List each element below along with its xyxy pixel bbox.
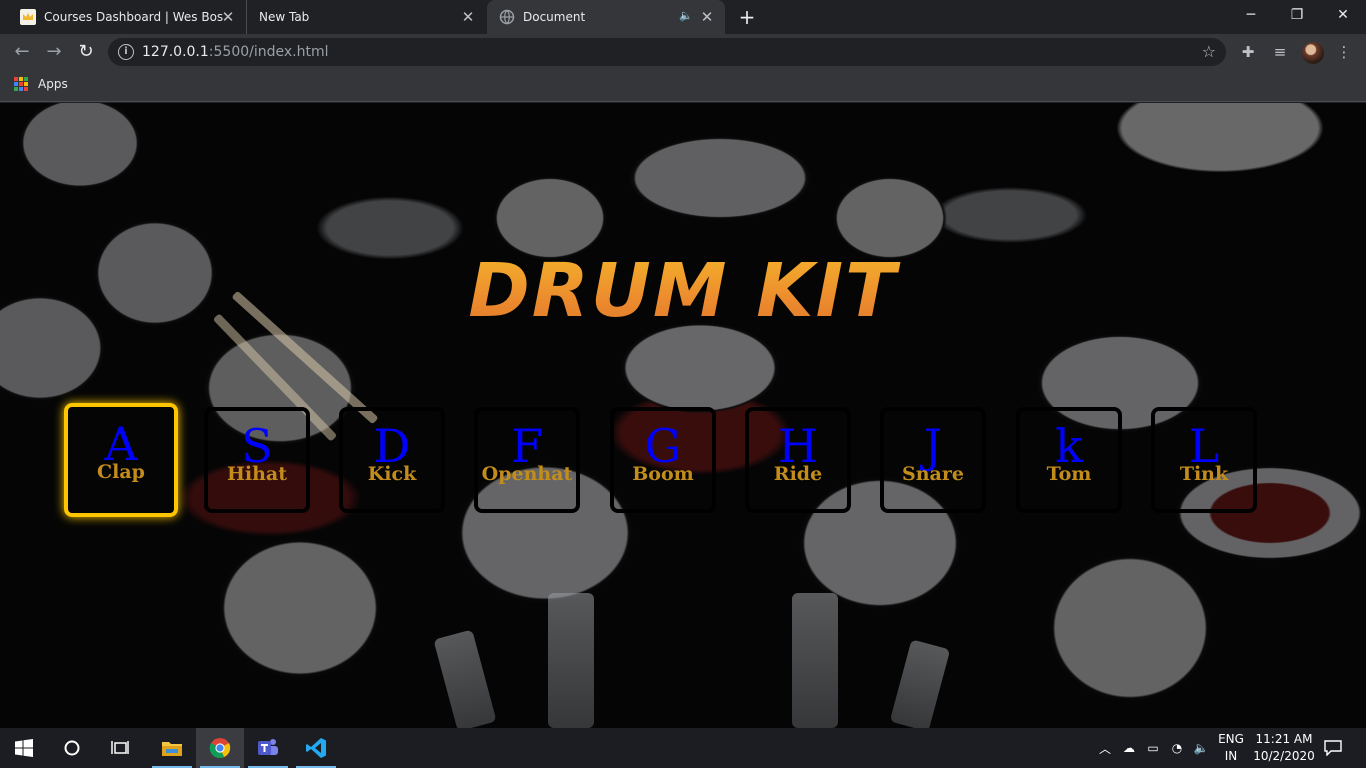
- notifications-icon[interactable]: [1318, 728, 1348, 768]
- key-sound: Clap: [97, 461, 145, 483]
- back-arrow-icon[interactable]: ←: [10, 40, 34, 64]
- drum-key-l[interactable]: L Tink: [1151, 407, 1257, 513]
- apps-grid-icon: [14, 77, 28, 91]
- close-tab-icon[interactable]: ✕: [220, 9, 236, 25]
- close-window-button[interactable]: ✕: [1320, 0, 1366, 30]
- task-view-icon[interactable]: [96, 728, 144, 768]
- drum-key-f[interactable]: F Openhat: [474, 407, 580, 513]
- tab-strip: Courses Dashboard | Wes Bos ✕ New Tab ✕ …: [0, 0, 1366, 34]
- chrome-icon[interactable]: [196, 728, 244, 768]
- tab-new-tab[interactable]: New Tab ✕: [246, 0, 486, 34]
- tab-title: New Tab: [259, 10, 310, 24]
- language-indicator[interactable]: ENG IN: [1214, 731, 1248, 765]
- tab-title: Courses Dashboard | Wes Bos: [44, 10, 224, 24]
- key-sound: Tink: [1179, 463, 1229, 485]
- page-title: DRUM KIT: [0, 248, 1366, 334]
- forward-arrow-icon[interactable]: →: [42, 40, 66, 64]
- reload-icon[interactable]: ↻: [74, 40, 98, 64]
- info-icon[interactable]: i: [118, 44, 134, 60]
- menu-kebab-icon[interactable]: ⋮: [1334, 42, 1354, 62]
- minimize-button[interactable]: ─: [1228, 0, 1274, 30]
- drum-key-s[interactable]: S Hihat: [204, 407, 310, 513]
- onedrive-cloud-icon[interactable]: ☁: [1118, 728, 1140, 768]
- drum-key-a[interactable]: A Clap: [64, 403, 178, 517]
- tab-document[interactable]: Document 🔈 ✕: [487, 0, 725, 34]
- bookmark-star-icon[interactable]: ☆: [1202, 42, 1216, 61]
- wifi-icon[interactable]: ◔: [1166, 728, 1188, 768]
- teams-icon[interactable]: [244, 728, 292, 768]
- profile-avatar[interactable]: [1302, 42, 1324, 64]
- close-tab-icon[interactable]: ✕: [699, 9, 715, 25]
- url-text: 127.0.0.1:5500/index.html: [142, 44, 329, 60]
- volume-icon[interactable]: 🔈: [1190, 728, 1212, 768]
- drum-key-g[interactable]: G Boom: [610, 407, 716, 513]
- drum-keys: A Clap S Hihat D Kick F Openhat G Boom H…: [64, 403, 1264, 523]
- search-icon[interactable]: [48, 728, 96, 768]
- drum-key-d[interactable]: D Kick: [339, 407, 445, 513]
- windows-taskbar: ︿ ☁ ▭ ◔ 🔈 ENG IN 11:21 AM 10/2/2020: [0, 728, 1366, 768]
- start-icon[interactable]: [0, 728, 48, 768]
- drum-key-j[interactable]: J Snare: [880, 407, 986, 513]
- extensions-puzzle-icon[interactable]: ✚: [1238, 42, 1258, 62]
- file-explorer-icon[interactable]: [148, 728, 196, 768]
- drum-key-k[interactable]: k Tom: [1016, 407, 1122, 513]
- key-sound: Kick: [367, 463, 417, 485]
- restore-button[interactable]: ❐: [1274, 0, 1320, 30]
- tab-title: Document: [523, 10, 586, 24]
- address-bar[interactable]: i 127.0.0.1:5500/index.html ☆: [108, 38, 1226, 66]
- key-sound: Boom: [632, 463, 694, 485]
- key-sound: Ride: [773, 463, 823, 485]
- crown-icon: [20, 9, 36, 25]
- key-sound: Openhat: [481, 463, 573, 485]
- key-sound: Tom: [1046, 463, 1092, 485]
- key-sound: Snare: [902, 463, 964, 485]
- bookmarks-bar: Apps: [0, 70, 1366, 102]
- battery-icon[interactable]: ▭: [1142, 728, 1164, 768]
- clock-date: 10/2/2020: [1253, 749, 1315, 763]
- drum-kit-page: DRUM KIT A Clap S Hihat D Kick F Openhat…: [0, 103, 1366, 728]
- new-tab-button[interactable]: +: [735, 5, 759, 29]
- apps-label: Apps: [38, 77, 68, 91]
- browser-toolbar: ← → ↻ i 127.0.0.1:5500/index.html ☆ ✚ ≡ …: [0, 34, 1366, 70]
- close-tab-icon[interactable]: ✕: [460, 9, 476, 25]
- clock[interactable]: 11:21 AM 10/2/2020: [1252, 731, 1316, 765]
- tab-courses-dashboard[interactable]: Courses Dashboard | Wes Bos ✕: [8, 0, 246, 34]
- drum-key-h[interactable]: H Ride: [745, 407, 851, 513]
- speaker-icon[interactable]: 🔈: [679, 9, 693, 22]
- clock-time: 11:21 AM: [1255, 732, 1313, 746]
- key-sound: Hihat: [226, 463, 288, 485]
- apps-shortcut[interactable]: Apps: [14, 77, 68, 91]
- globe-icon: [499, 9, 515, 25]
- vscode-icon[interactable]: [292, 728, 340, 768]
- show-hidden-icons-icon[interactable]: ︿: [1096, 728, 1114, 768]
- media-controls-icon[interactable]: ≡: [1270, 42, 1290, 62]
